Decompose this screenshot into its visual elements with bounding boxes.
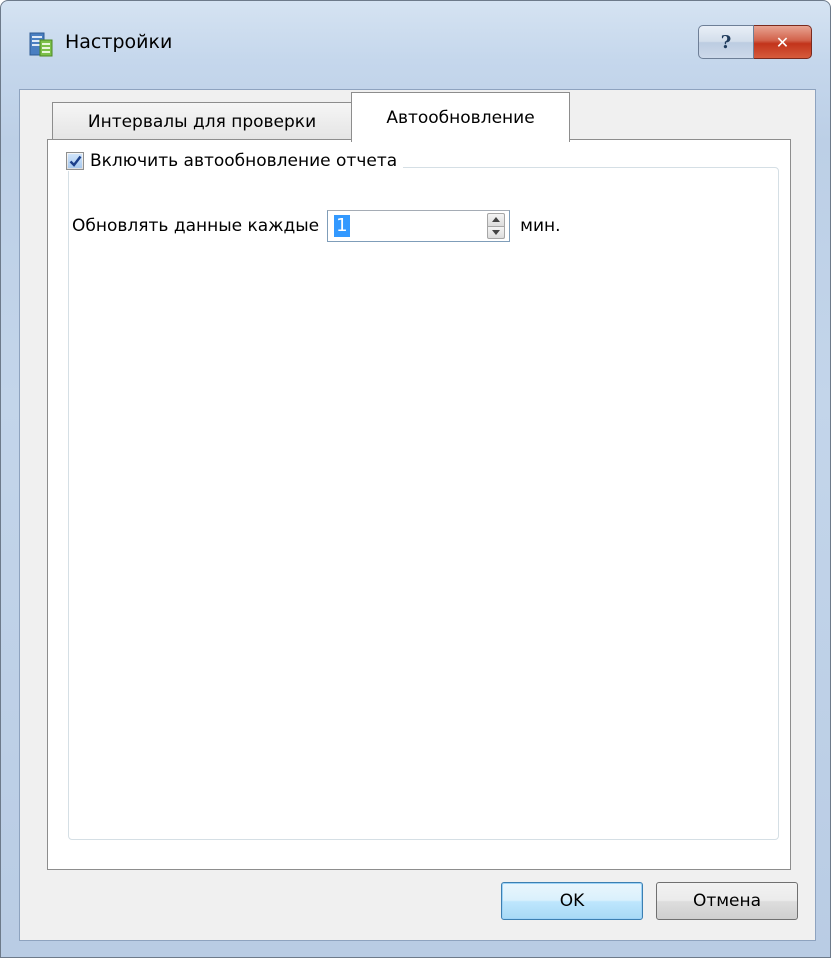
interval-row: Обновлять данные каждые 1 мин. <box>69 210 561 242</box>
help-button[interactable]: ? <box>698 25 754 59</box>
spin-buttons <box>487 213 506 239</box>
enable-autoupdate-checkbox[interactable] <box>66 152 84 170</box>
ok-button-label: OK <box>559 891 585 911</box>
spin-up-button[interactable] <box>487 213 506 227</box>
ok-button[interactable]: OK <box>501 882 643 920</box>
interval-spinbox[interactable]: 1 <box>327 210 511 242</box>
dialog-client-area: Интервалы для проверки Автообновление Вк… <box>19 89 816 941</box>
settings-app-icon <box>29 32 53 57</box>
tab-check-intervals[interactable]: Интервалы для проверки <box>52 102 352 140</box>
checkbox-fill <box>68 154 82 168</box>
caption-buttons: ? ✕ <box>698 25 812 61</box>
cancel-button[interactable]: Отмена <box>656 882 798 920</box>
tab-autoupdate[interactable]: Автообновление <box>351 92 570 142</box>
autoupdate-groupbox: Обновлять данные каждые 1 мин. <box>68 167 779 840</box>
enable-autoupdate-label: Включить автообновление отчета <box>90 151 398 171</box>
interval-label: Обновлять данные каждые <box>72 216 320 236</box>
tab-label: Интервалы для проверки <box>87 111 317 132</box>
settings-dialog: Настройки ? ✕ Интервалы для проверки Авт… <box>0 0 831 958</box>
help-icon: ? <box>720 31 732 53</box>
arrow-up-icon <box>492 217 501 223</box>
tab-label: Автообновление <box>386 107 535 128</box>
arrow-down-icon <box>492 229 501 235</box>
cancel-button-label: Отмена <box>692 891 762 911</box>
enable-autoupdate-checkbox-row[interactable]: Включить автообновление отчета <box>62 151 404 171</box>
interval-value[interactable]: 1 <box>334 215 350 237</box>
window-title: Настройки <box>65 31 173 53</box>
interval-unit-label: мин. <box>520 216 561 236</box>
autoupdate-tab-panel: Включить автообновление отчета Обновлять… <box>47 139 791 870</box>
checkmark-icon <box>69 155 81 167</box>
close-button[interactable]: ✕ <box>754 25 812 59</box>
close-icon: ✕ <box>775 32 790 52</box>
spin-down-button[interactable] <box>487 226 506 239</box>
title-bar[interactable]: Настройки ? ✕ <box>1 1 830 89</box>
